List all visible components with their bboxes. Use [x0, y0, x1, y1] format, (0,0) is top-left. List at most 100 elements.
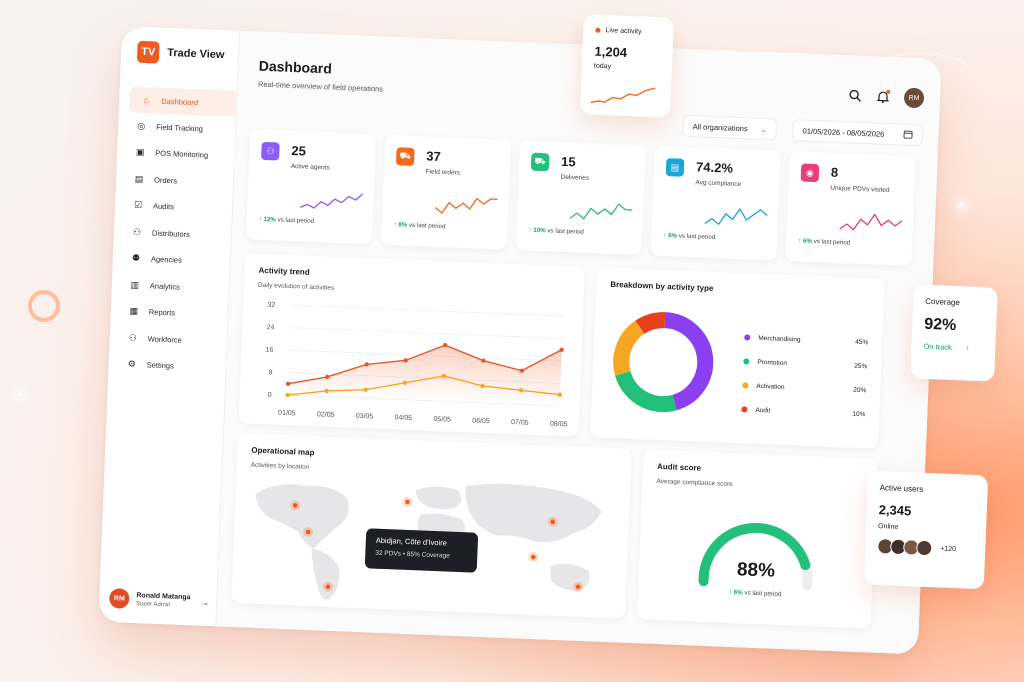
kpi-delta: ↑ 8% vs last period — [393, 221, 446, 231]
card-title: Breakdown by activity type — [610, 279, 714, 294]
avatar[interactable]: RM — [903, 87, 925, 109]
kpi-card[interactable]: ◉ 8 Unique PDVs visited ↑ 6% vs last per… — [785, 150, 916, 266]
active-users-sub: Online — [877, 523, 899, 531]
delta-text: vs last period — [277, 216, 315, 225]
delta-text: vs last period — [547, 227, 584, 236]
sidebar-item-pos-monitoring[interactable]: ▣ POS Monitoring — [127, 139, 228, 169]
donut-slice[interactable] — [613, 320, 645, 376]
legend-label: Audit — [755, 406, 771, 414]
sidebar-item-analytics[interactable]: ▥ Analytics — [121, 271, 222, 301]
brand-name: Trade View — [167, 46, 225, 62]
donut-slice[interactable] — [615, 370, 677, 413]
donut-slice[interactable] — [635, 312, 666, 335]
pin-icon: ◉ — [800, 163, 820, 183]
legend-label: Merchandising — [758, 334, 801, 344]
logo-mark: TV — [136, 40, 160, 64]
series-area — [287, 345, 562, 406]
live-value: 1,204 — [594, 43, 628, 60]
gear-icon: ⚙ — [127, 358, 136, 370]
brand-logo[interactable]: TV Trade View — [136, 40, 225, 66]
chevron-down-icon[interactable]: ⌄ — [202, 597, 209, 606]
audit-gauge — [698, 522, 813, 591]
cart-icon: ⛟ — [395, 147, 415, 166]
kpi-card[interactable]: ⚇ 25 Active agents ↑ 12% vs last period — [245, 129, 377, 245]
grid-line — [290, 327, 563, 339]
sidebar-item-settings[interactable]: ⚙ Settings — [118, 351, 219, 381]
page-title: Dashboard — [258, 57, 333, 77]
sparkline-path — [434, 197, 498, 215]
x-tick-label: 05/05 — [433, 416, 451, 424]
legend-swatch — [743, 358, 750, 365]
x-tick-label: 04/05 — [394, 414, 412, 422]
clipboard-icon: ▤ — [134, 173, 144, 184]
avatar-stack: +120 — [876, 538, 974, 558]
sidebar-item-label: Settings — [146, 360, 174, 371]
sidebar-item-label: Distributors — [151, 228, 191, 239]
y-tick-label: 16 — [265, 347, 273, 354]
audit-score-card: Audit score Average compliance score 88%… — [636, 449, 878, 629]
kpi-card[interactable]: ⛟ 37 Field orders ↑ 8% vs last period — [380, 134, 512, 250]
sidebar-item-label: Dashboard — [161, 96, 199, 107]
donut-slice[interactable] — [662, 312, 714, 411]
kpi-label: Deliveries — [560, 173, 590, 182]
sidebar-item-reports[interactable]: ▦ Reports — [120, 298, 221, 328]
organization-filter[interactable]: All organizations ⌄ — [682, 114, 778, 141]
people-icon: ⚇ — [261, 141, 280, 161]
y-tick-label: 24 — [266, 324, 274, 331]
kpi-label: Field orders — [425, 168, 461, 177]
truck-icon: ⛟ — [530, 152, 550, 172]
sidebar-item-field-tracking[interactable]: ◎ Field Tracking — [128, 112, 229, 142]
pin-icon: ◎ — [137, 120, 146, 131]
live-label: Live activity — [605, 27, 642, 36]
header-actions: RM — [848, 85, 925, 109]
breakdown-card: Breakdown by activity type Merchandising… — [590, 267, 885, 449]
date-range-picker[interactable]: 01/05/2026 - 08/05/2026 — [792, 119, 923, 147]
coverage-value: 92% — [923, 315, 957, 335]
legend-value: 25% — [854, 362, 868, 370]
activity-trend-card: Activity trend Daily evolution of activi… — [238, 253, 585, 437]
delta-text: vs last period — [678, 232, 716, 242]
sparkline-path — [704, 207, 768, 226]
kpi-sparkline — [434, 197, 498, 215]
active-users-label: Active users — [879, 483, 924, 494]
delta-value: 10% — [533, 226, 546, 235]
kpi-label: Active agents — [290, 162, 330, 172]
app-window: TV Trade View ⌂ Dashboard ◎ Field Tracking ▣… — [98, 26, 942, 655]
kpi-value: 15 — [560, 153, 576, 170]
kpi-delta: ↑ 6% vs last period — [798, 237, 851, 247]
delta-text: vs last period — [408, 221, 446, 231]
sidebar-item-distributors[interactable]: ⚇ Distributors — [124, 218, 225, 248]
operational-map-card: Operational map Activities by location A… — [231, 433, 632, 619]
live-dot — [595, 27, 601, 33]
kpi-sparkline — [299, 193, 364, 209]
sidebar-nav: ⌂ Dashboard ◎ Field Tracking ▣ POS Monitoring… — [118, 86, 250, 381]
avatar: RM — [108, 588, 130, 609]
search-icon[interactable] — [848, 88, 863, 103]
legend-value: 10% — [852, 410, 866, 418]
group-icon: ⚉ — [131, 252, 141, 264]
kpi-value: 37 — [426, 148, 442, 164]
kpi-card[interactable]: ⛟ 15 Deliveries ↑ 10% vs last period — [515, 140, 646, 256]
sparkline-path — [299, 193, 364, 209]
sidebar-item-orders[interactable]: ▤ Orders — [126, 165, 227, 195]
kpi-card[interactable]: ▤ 74.2% Avg compliance ↑ 6% vs last peri… — [650, 145, 781, 261]
tooltip-detail: 32 PDVs • 85% Coverage — [375, 549, 450, 560]
live-sparkline — [590, 87, 656, 104]
x-tick-label: 03/05 — [356, 413, 374, 421]
user-profile[interactable]: RM Ronald Matanga Super Admin ⌄ — [108, 588, 210, 612]
sidebar-item-agencies[interactable]: ⚉ Agencies — [122, 245, 223, 275]
bell-icon[interactable] — [876, 89, 891, 104]
legend-item: Audit 10% — [741, 397, 866, 426]
x-tick-label: 02/05 — [317, 411, 335, 419]
kpi-value: 74.2% — [695, 159, 734, 176]
status-text: On track — [923, 341, 952, 352]
main-content: Dashboard Real-time overview of field op… — [216, 30, 942, 655]
world-map[interactable] — [231, 433, 632, 619]
sidebar-item-workforce[interactable]: ⚇ Workforce — [119, 324, 220, 354]
sidebar-item-label: POS Monitoring — [155, 148, 209, 160]
kpi-value: 8 — [830, 164, 839, 180]
sidebar-item-audits[interactable]: ☑ Audits — [125, 192, 226, 222]
kpi-value: 25 — [291, 143, 307, 159]
kpi-label: Avg compliance — [695, 179, 742, 189]
sparkline-path — [839, 213, 903, 231]
